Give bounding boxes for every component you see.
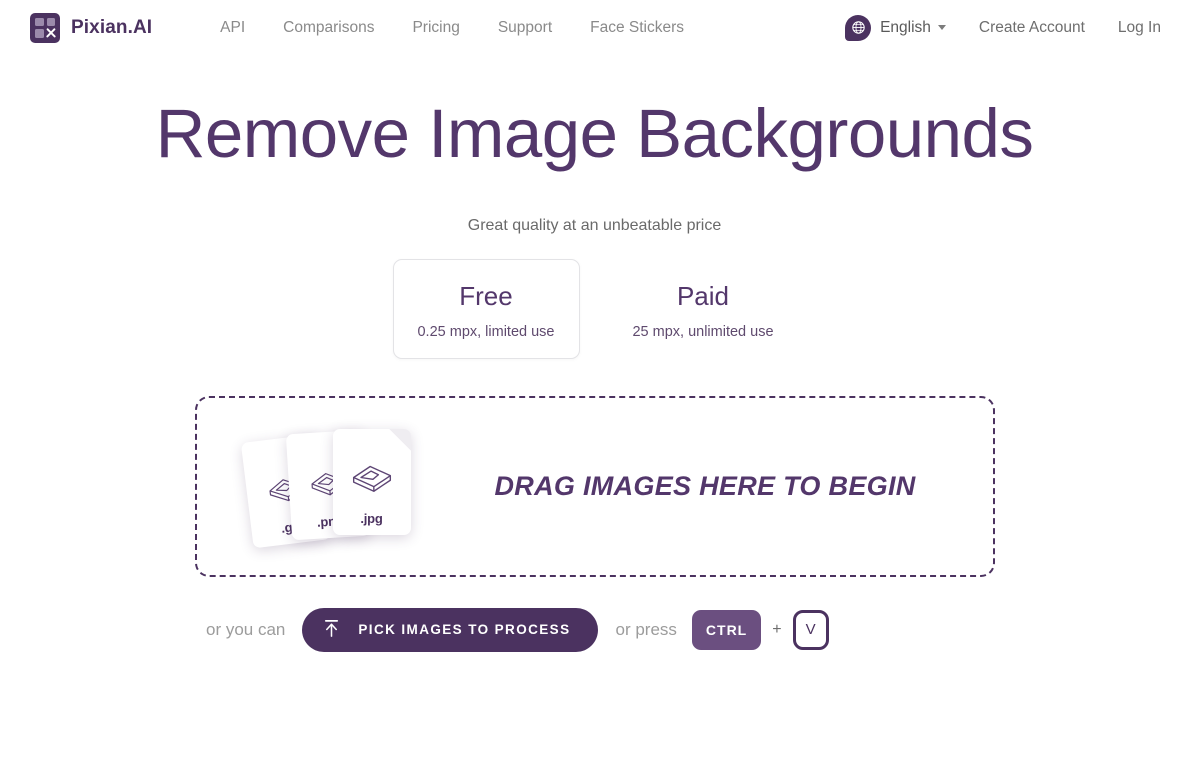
image-dropzone[interactable]: .gif .png .jpg DRAG IMAGES HERE TO BEGIN (194, 395, 995, 577)
upload-action-row: or you can PICK IMAGES TO PROCESS or pre… (0, 607, 1189, 652)
plan-detail: 0.25 mpx, limited use (417, 323, 555, 340)
nav-item-api[interactable]: API (220, 19, 245, 37)
brand-name: Pixian.AI (71, 16, 153, 38)
plan-name: Free (459, 281, 513, 311)
dropzone-message: DRAG IMAGES HERE TO BEGIN (494, 470, 916, 501)
plan-detail: 25 mpx, unlimited use (632, 323, 774, 340)
or-you-can-label: or you can (206, 619, 286, 639)
logo-x-icon (47, 29, 56, 38)
or-press-label: or press (615, 619, 677, 639)
primary-nav: API Comparisons Pricing Support Face Sti… (220, 19, 684, 37)
globe-icon (845, 14, 872, 41)
plan-selector: Free 0.25 mpx, limited use Paid 25 mpx, … (0, 259, 1189, 359)
header-actions: English Create Account Log In (845, 14, 1161, 41)
image-file-icon (350, 459, 394, 501)
language-selector[interactable]: English (845, 14, 946, 41)
file-type-illustration: .gif .png .jpg (240, 424, 435, 549)
pick-images-button-label: PICK IMAGES TO PROCESS (358, 622, 571, 638)
log-in-link[interactable]: Log In (1118, 19, 1161, 37)
plan-name: Paid (676, 281, 730, 311)
hero-section: Remove Image Backgrounds Great quality a… (0, 55, 1189, 235)
pixian-logo-icon (30, 12, 60, 43)
plan-option-paid[interactable]: Paid 25 mpx, unlimited use (610, 259, 797, 359)
create-account-link[interactable]: Create Account (979, 19, 1085, 37)
logo-cell-3 (35, 29, 44, 38)
logo-cell-1 (35, 17, 44, 26)
key-ctrl: CTRL (691, 609, 762, 650)
nav-item-support[interactable]: Support (498, 19, 552, 37)
key-plus: + (772, 620, 782, 638)
nav-item-face-stickers[interactable]: Face Stickers (590, 19, 684, 37)
nav-item-pricing[interactable]: Pricing (412, 19, 459, 37)
key-v: V (792, 609, 829, 650)
logo-cell-2 (46, 17, 55, 26)
page-subtitle: Great quality at an unbeatable price (467, 217, 722, 234)
pick-images-button[interactable]: PICK IMAGES TO PROCESS (302, 607, 599, 652)
nav-item-comparisons[interactable]: Comparisons (283, 19, 374, 37)
brand-logo-link[interactable]: Pixian.AI (30, 12, 153, 43)
file-card-jpg: .jpg (332, 428, 411, 535)
dropzone-wrapper: .gif .png .jpg DRAG IMAGES HERE TO BEGIN (0, 395, 1189, 577)
language-label: English (880, 18, 931, 36)
upload-icon (322, 618, 341, 642)
site-header: Pixian.AI API Comparisons Pricing Suppor… (0, 0, 1189, 55)
plan-option-free[interactable]: Free 0.25 mpx, limited use (392, 259, 580, 359)
chevron-down-icon (937, 25, 946, 30)
file-extension-label: .jpg (360, 510, 383, 526)
page-title: Remove Image Backgrounds (155, 95, 1034, 172)
